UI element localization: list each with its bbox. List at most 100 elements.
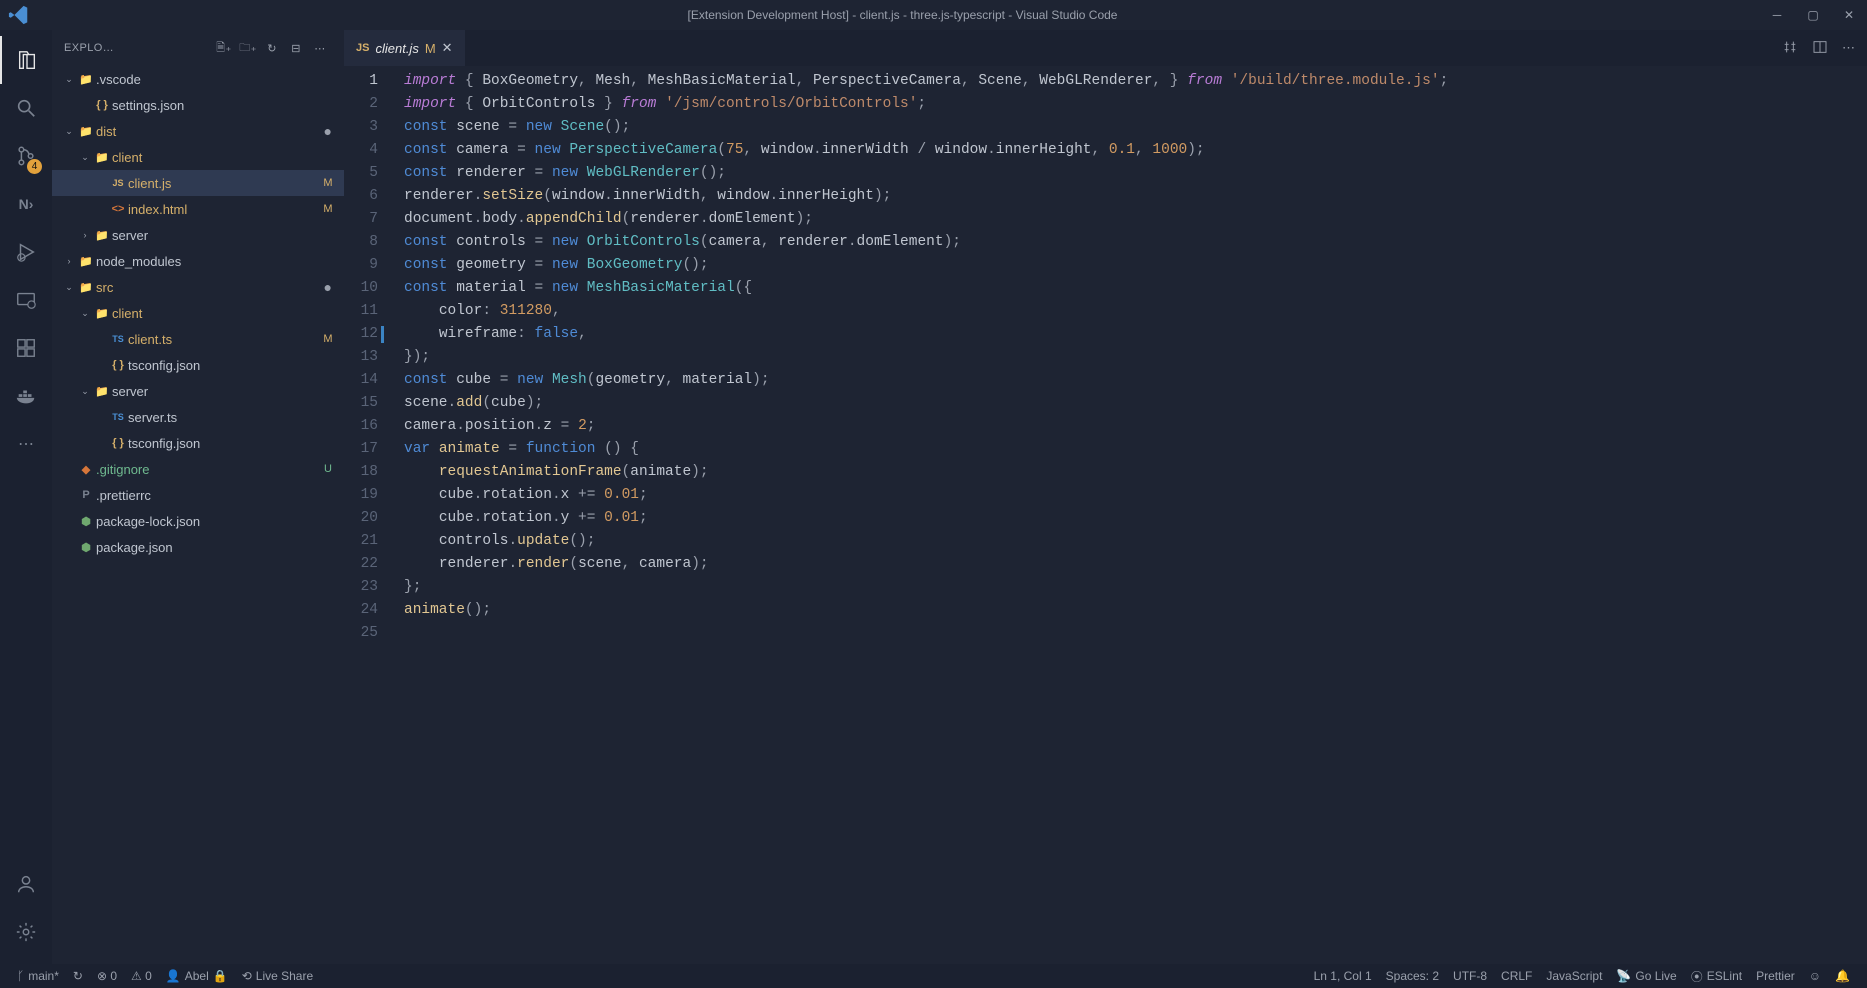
file-icon: 📁 xyxy=(76,255,96,268)
file-name: src xyxy=(96,280,324,295)
file-tree: ⌄📁.vscode{ }settings.json⌄📁dist●⌄📁client… xyxy=(52,66,344,964)
tree-item-client[interactable]: ⌄📁client xyxy=(52,144,344,170)
status-sync[interactable]: ↻ xyxy=(66,969,90,983)
status-branch[interactable]: ᚴ main* xyxy=(10,969,66,983)
refresh-icon[interactable]: ↻ xyxy=(260,42,284,55)
status-eslint[interactable]: ⦿ ESLint xyxy=(1684,968,1749,985)
docker-icon[interactable] xyxy=(0,372,52,420)
file-icon: P xyxy=(76,489,96,501)
file-name: .gitignore xyxy=(96,462,320,477)
file-icon: 📁 xyxy=(76,125,96,138)
file-name: .prettierrc xyxy=(96,488,336,503)
chevron-icon: ⌄ xyxy=(62,74,76,85)
tab-status: M xyxy=(425,41,436,56)
chevron-icon: ⌄ xyxy=(62,126,76,137)
source-control-icon[interactable]: 4 xyxy=(0,132,52,180)
maximize-button[interactable]: ▢ xyxy=(1803,8,1823,22)
status-spaces[interactable]: Spaces: 2 xyxy=(1379,968,1446,985)
debug-icon[interactable] xyxy=(0,228,52,276)
tree-item-tsconfig-json[interactable]: { }tsconfig.json xyxy=(52,352,344,378)
more-actions-icon[interactable]: ⋯ xyxy=(308,42,332,55)
status-feedback-icon[interactable]: ☺ xyxy=(1802,968,1828,985)
tree-item--vscode[interactable]: ⌄📁.vscode xyxy=(52,66,344,92)
file-name: index.html xyxy=(128,202,320,217)
nx-icon[interactable]: N› xyxy=(0,180,52,228)
explorer-icon[interactable] xyxy=(0,36,52,84)
file-icon: 📁 xyxy=(76,73,96,86)
file-icon: 📁 xyxy=(76,281,96,294)
line-numbers: 1234567891011121314151617181920212223242… xyxy=(344,70,396,964)
file-name: .vscode xyxy=(96,72,336,87)
compare-icon[interactable] xyxy=(1782,39,1798,58)
chevron-icon: ⌄ xyxy=(78,152,92,163)
status-language[interactable]: JavaScript xyxy=(1539,968,1609,985)
activity-bar: 4 N› ⋯ xyxy=(0,30,52,964)
status-warnings[interactable]: ⚠ 0 xyxy=(124,969,159,983)
file-icon: ⬢ xyxy=(76,541,96,554)
file-name: client xyxy=(112,150,336,165)
search-icon[interactable] xyxy=(0,84,52,132)
editor-area: JS client.js M ✕ ⋯ 123456789101112131415… xyxy=(344,30,1867,964)
tree-item-package-json[interactable]: ⬢package.json xyxy=(52,534,344,560)
status-errors[interactable]: ⊗ 0 xyxy=(90,969,124,983)
tree-item--prettierrc[interactable]: P.prettierrc xyxy=(52,482,344,508)
tree-item-src[interactable]: ⌄📁src● xyxy=(52,274,344,300)
file-name: server.ts xyxy=(128,410,336,425)
tree-item-node-modules[interactable]: ›📁node_modules xyxy=(52,248,344,274)
tab-client-js[interactable]: JS client.js M ✕ xyxy=(344,30,466,66)
status-eol[interactable]: CRLF xyxy=(1494,968,1539,985)
chevron-icon: ⌄ xyxy=(62,282,76,293)
git-status: M xyxy=(320,333,336,345)
file-icon: 📁 xyxy=(92,229,112,242)
tree-item-package-lock-json[interactable]: ⬢package-lock.json xyxy=(52,508,344,534)
modified-dot: ● xyxy=(324,279,336,295)
git-status: M xyxy=(320,203,336,215)
more-icon[interactable]: ⋯ xyxy=(0,420,52,468)
file-icon: 📁 xyxy=(92,151,112,164)
status-live-share[interactable]: ⟲ Live Share xyxy=(235,969,320,983)
tree-item-dist[interactable]: ⌄📁dist● xyxy=(52,118,344,144)
status-encoding[interactable]: UTF-8 xyxy=(1446,968,1494,985)
extensions-icon[interactable] xyxy=(0,324,52,372)
tree-item-server[interactable]: ›📁server xyxy=(52,222,344,248)
git-status: U xyxy=(320,463,336,475)
account-icon[interactable] xyxy=(0,860,52,908)
tree-item--gitignore[interactable]: ◆.gitignoreU xyxy=(52,456,344,482)
remote-icon[interactable] xyxy=(0,276,52,324)
tab-close-icon[interactable]: ✕ xyxy=(442,40,453,56)
tree-item-server[interactable]: ⌄📁server xyxy=(52,378,344,404)
status-bar: ᚴ main* ↻ ⊗ 0 ⚠ 0 👤 Abel 🔒 ⟲ Live Share … xyxy=(0,964,1867,988)
status-position[interactable]: Ln 1, Col 1 xyxy=(1307,968,1379,985)
chevron-icon: › xyxy=(78,230,92,240)
collapse-icon[interactable]: ⊟ xyxy=(284,42,308,55)
file-name: dist xyxy=(96,124,324,139)
tree-item-client-js[interactable]: JSclient.jsM xyxy=(52,170,344,196)
tree-item-index-html[interactable]: <>index.htmlM xyxy=(52,196,344,222)
chevron-icon: ⌄ xyxy=(78,308,92,319)
explorer-sidebar: EXPLO… 🗎₊ 🗀₊ ↻ ⊟ ⋯ ⌄📁.vscode{ }settings.… xyxy=(52,30,344,964)
tree-item-client[interactable]: ⌄📁client xyxy=(52,300,344,326)
tree-item-settings-json[interactable]: { }settings.json xyxy=(52,92,344,118)
status-bell-icon[interactable]: 🔔 xyxy=(1828,968,1857,985)
code-content[interactable]: import { BoxGeometry, Mesh, MeshBasicMat… xyxy=(396,70,1867,964)
file-icon: { } xyxy=(108,437,128,449)
minimize-button[interactable]: ─ xyxy=(1767,8,1787,22)
status-abel[interactable]: 👤 Abel 🔒 xyxy=(159,969,235,983)
tree-item-client-ts[interactable]: TSclient.tsM xyxy=(52,326,344,352)
status-go-live[interactable]: 📡 Go Live xyxy=(1609,968,1683,985)
file-name: tsconfig.json xyxy=(128,436,336,451)
editor-more-icon[interactable]: ⋯ xyxy=(1842,40,1855,56)
split-editor-icon[interactable] xyxy=(1812,39,1828,58)
close-button[interactable]: ✕ xyxy=(1839,8,1859,22)
new-file-icon[interactable]: 🗎₊ xyxy=(212,39,236,58)
explorer-title: EXPLO… xyxy=(64,42,212,54)
tree-item-tsconfig-json[interactable]: { }tsconfig.json xyxy=(52,430,344,456)
new-folder-icon[interactable]: 🗀₊ xyxy=(236,39,260,58)
app-logo xyxy=(8,4,38,26)
code-editor[interactable]: 1234567891011121314151617181920212223242… xyxy=(344,66,1867,964)
settings-gear-icon[interactable] xyxy=(0,908,52,956)
status-prettier[interactable]: Prettier xyxy=(1749,968,1802,985)
tree-item-server-ts[interactable]: TSserver.ts xyxy=(52,404,344,430)
modified-dot: ● xyxy=(324,123,336,139)
file-icon: ◆ xyxy=(76,463,96,476)
